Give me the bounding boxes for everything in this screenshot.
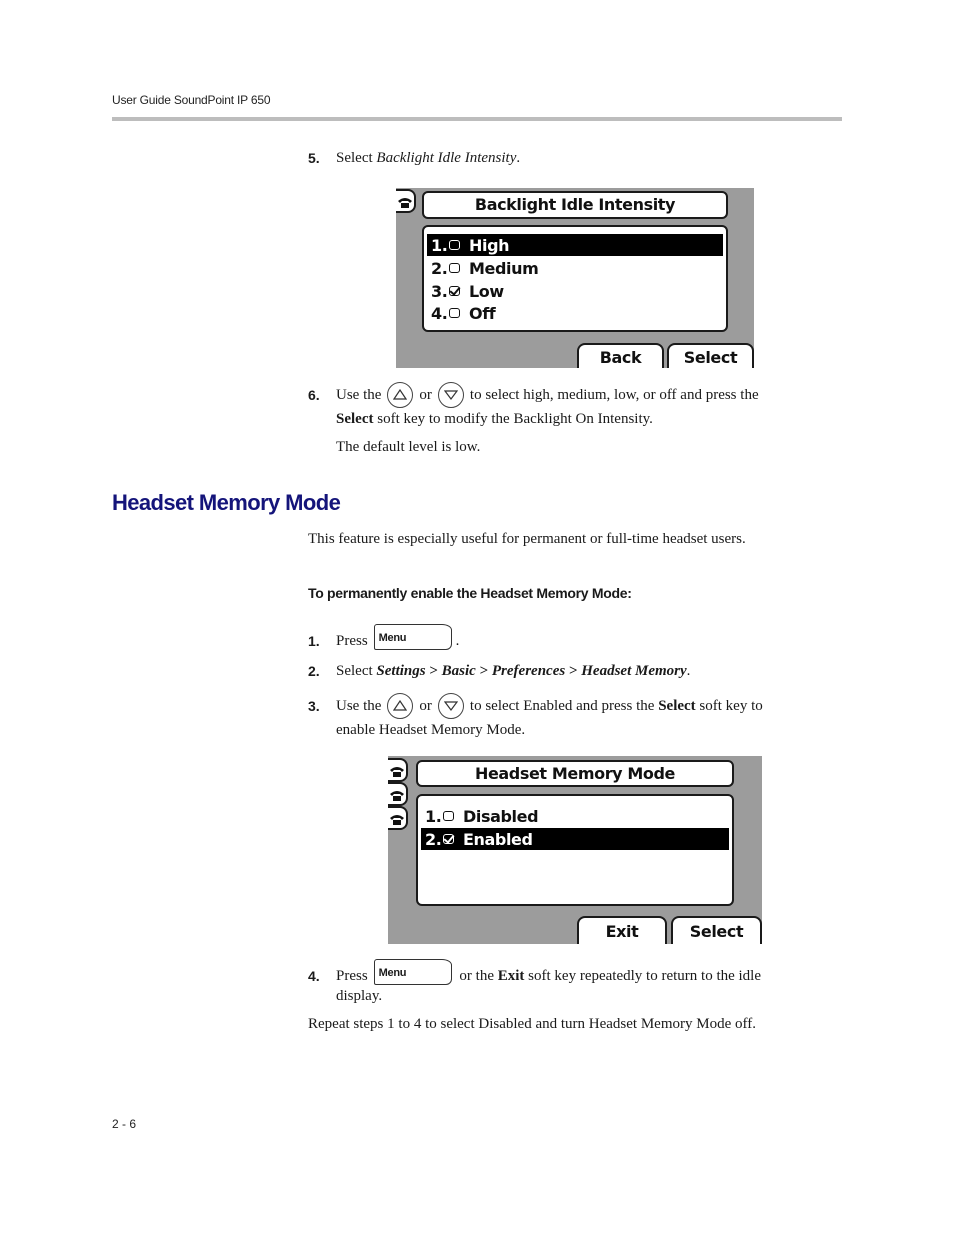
phone-handset-icon [390,815,404,825]
phone-handset-icon [390,791,404,801]
option-label: Disabled [463,806,539,826]
step-number: 3. [308,698,320,714]
step-number: 2. [308,663,320,679]
step-4-continued: display. [336,988,383,1004]
option-list: 1. Disabled 2. Enabled [416,794,734,906]
checkbox-unchecked-icon [449,263,460,273]
down-arrow-key[interactable] [437,381,464,408]
menu-key[interactable]: Menu [373,623,452,650]
down-arrow-key[interactable] [437,692,464,719]
checkbox-unchecked-icon [449,240,460,250]
step-text: Use the or to select Enabled and press the… [336,692,763,719]
checkbox-unchecked-icon [449,308,460,318]
line-key-tab-1[interactable] [388,758,408,782]
header-rule [112,117,842,121]
step-number: 4. [308,968,320,984]
option-list: 1. High 2. Medium 3. Low 4. Off [422,225,728,332]
checkbox-checked-icon [449,286,460,296]
step-3-continued: enable Headset Memory Mode. [336,722,526,738]
option-index: 4. [431,303,448,323]
option-index: 1. [425,806,442,826]
softkey-select[interactable]: Select [671,916,762,944]
option-enabled[interactable]: 2. Enabled [421,828,729,850]
softkey-exit[interactable]: Exit [577,916,667,944]
closing-paragraph: Repeat steps 1 to 4 to select Disabled a… [308,1016,756,1032]
up-arrow-key[interactable] [387,381,414,408]
down-arrow-icon [443,700,458,711]
step-number: 6. [308,387,320,403]
up-arrow-icon [393,388,408,400]
menu-key[interactable]: Menu [373,958,452,985]
option-label: Low [469,281,504,301]
option-medium[interactable]: 2. Medium [427,257,723,279]
up-arrow-icon [393,699,408,711]
step-number: 1. [308,633,320,649]
option-label: High [469,235,510,255]
option-label: Enabled [463,829,533,849]
screen-title: Backlight Idle Intensity [422,191,728,219]
section-heading: Headset Memory Mode [112,490,341,515]
checkbox-checked-icon [443,834,454,844]
option-index: 1. [431,235,448,255]
softkey-select[interactable]: Select [667,343,754,368]
step-6-continued: Select soft key to modify the Backlight … [336,411,653,427]
option-low[interactable]: 3. Low [427,280,723,302]
step-text: Select Settings > Basic > Preferences > … [336,663,691,679]
menu-key-label: Menu [378,631,407,644]
option-disabled[interactable]: 1. Disabled [421,805,729,827]
page-number: 2 - 6 [112,1117,137,1131]
checkbox-unchecked-icon [443,811,454,821]
step-number: 5. [308,150,320,166]
step-6-note: The default level is low. [336,439,481,455]
option-label: Off [469,303,496,323]
option-high[interactable]: 1. High [427,234,723,256]
step-text: Use the or to select high, medium, low, or… [336,381,759,408]
line-key-tab-3[interactable] [388,806,408,830]
phone-handset-icon [398,198,412,208]
step-text: Press Menu or the Exit soft key repeatedl… [336,958,761,986]
down-arrow-icon [443,389,458,400]
step-text: Select Backlight Idle Intensity. [336,150,521,166]
softkey-back[interactable]: Back [577,343,664,368]
section-intro: This feature is especially useful for pe… [308,531,746,547]
option-index: 2. [425,829,442,849]
phone-screen-headset-memory-mode: Headset Memory Mode 1. Disabled 2. Enabl… [388,756,762,944]
phone-handset-icon [390,767,404,777]
option-label: Medium [469,258,539,278]
line-key-tab-2[interactable] [388,782,408,806]
phone-screen-backlight-idle-intensity: Backlight Idle Intensity 1. High 2. Medi… [396,188,754,368]
procedure-heading: To permanently enable the Headset Memory… [308,585,632,601]
line-key-tab[interactable] [396,189,416,213]
step-text: Press Menu. [336,623,459,651]
option-off[interactable]: 4. Off [427,302,723,324]
option-index: 2. [431,258,448,278]
running-header: User Guide SoundPoint IP 650 [112,93,271,107]
option-index: 3. [431,281,448,301]
up-arrow-key[interactable] [387,692,414,719]
menu-key-label: Menu [378,966,407,979]
screen-title: Headset Memory Mode [416,760,734,787]
